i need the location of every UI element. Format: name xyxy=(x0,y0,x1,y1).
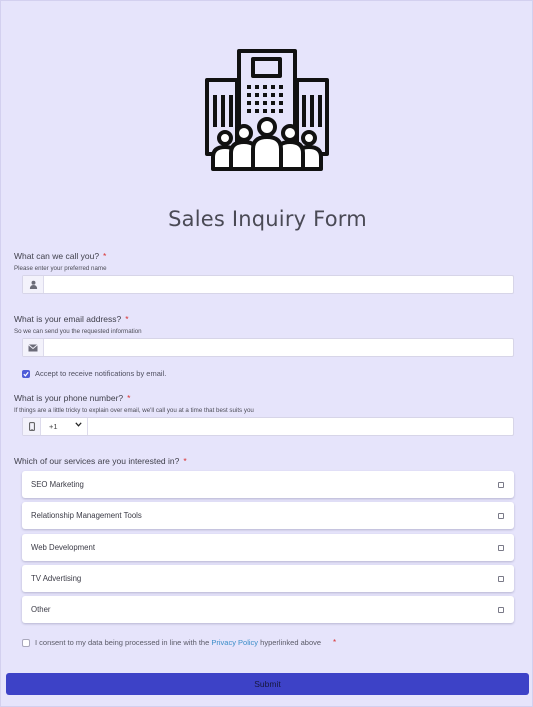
notifications-label: Accept to receive notifications by email… xyxy=(35,369,167,378)
email-question-hint: So we can send you the requested informa… xyxy=(14,328,142,335)
service-option-checkbox[interactable] xyxy=(498,607,504,613)
country-code-select[interactable]: +1 xyxy=(41,418,88,435)
service-option-label: SEO Marketing xyxy=(31,480,84,489)
email-input[interactable] xyxy=(45,339,505,356)
service-option-relationship-management-tools[interactable]: Relationship Management Tools xyxy=(22,502,514,529)
office-building-people-icon xyxy=(205,49,329,171)
service-option-checkbox[interactable] xyxy=(498,513,504,519)
service-option-other[interactable]: Other xyxy=(22,596,514,623)
consent-label: I consent to my data being processed in … xyxy=(35,638,321,647)
required-marker: * xyxy=(127,393,131,403)
service-option-label: Relationship Management Tools xyxy=(31,511,142,520)
consent-option[interactable]: I consent to my data being processed in … xyxy=(22,638,336,647)
chevron-down-icon xyxy=(75,422,82,429)
user-icon xyxy=(23,276,44,293)
notifications-checkbox[interactable] xyxy=(22,369,30,378)
phone-input[interactable] xyxy=(90,418,510,435)
mobile-phone-icon xyxy=(23,418,41,435)
required-marker: * xyxy=(183,456,187,466)
envelope-icon xyxy=(23,339,44,356)
service-option-checkbox[interactable] xyxy=(498,576,504,582)
consent-checkbox[interactable] xyxy=(22,638,30,647)
page-title: Sales Inquiry Form xyxy=(168,207,367,231)
notifications-option[interactable]: Accept to receive notifications by email… xyxy=(22,369,166,378)
service-option-label: Web Development xyxy=(31,543,95,552)
name-question-hint: Please enter your preferred name xyxy=(14,265,107,272)
services-question-label: Which of our services are you interested… xyxy=(14,456,187,466)
service-option-seo-marketing[interactable]: SEO Marketing xyxy=(22,471,514,498)
email-field[interactable] xyxy=(22,338,514,357)
service-option-label: Other xyxy=(31,605,51,614)
name-question-label: What can we call you? * xyxy=(14,251,106,261)
required-marker: * xyxy=(103,251,107,261)
form-page: Sales Inquiry Form What can we call you?… xyxy=(0,0,533,707)
service-option-checkbox[interactable] xyxy=(498,482,504,488)
phone-question-text: What is your phone number? xyxy=(14,393,124,403)
phone-question-hint: If things are a little tricky to explain… xyxy=(14,407,254,414)
phone-field[interactable]: +1 xyxy=(22,417,514,436)
service-option-tv-advertising[interactable]: TV Advertising xyxy=(22,565,514,592)
phone-question-label: What is your phone number? * xyxy=(14,393,130,403)
name-question-text: What can we call you? xyxy=(14,251,100,261)
country-code-value: +1 xyxy=(49,422,58,431)
services-question-text: Which of our services are you interested… xyxy=(14,456,180,466)
email-question-text: What is your email address? xyxy=(14,314,122,324)
consent-text-after: hyperlinked above xyxy=(260,638,322,647)
service-option-label: TV Advertising xyxy=(31,574,82,583)
required-marker: * xyxy=(125,314,129,324)
name-input[interactable] xyxy=(45,276,505,293)
submit-button[interactable]: Submit xyxy=(6,673,529,695)
name-field[interactable] xyxy=(22,275,514,294)
email-question-label: What is your email address? * xyxy=(14,314,129,324)
service-option-web-development[interactable]: Web Development xyxy=(22,534,514,561)
required-marker: * xyxy=(333,638,337,647)
privacy-policy-link[interactable]: Privacy Policy xyxy=(211,638,258,647)
consent-text-before: I consent to my data being processed in … xyxy=(35,638,210,647)
service-option-checkbox[interactable] xyxy=(498,545,504,551)
